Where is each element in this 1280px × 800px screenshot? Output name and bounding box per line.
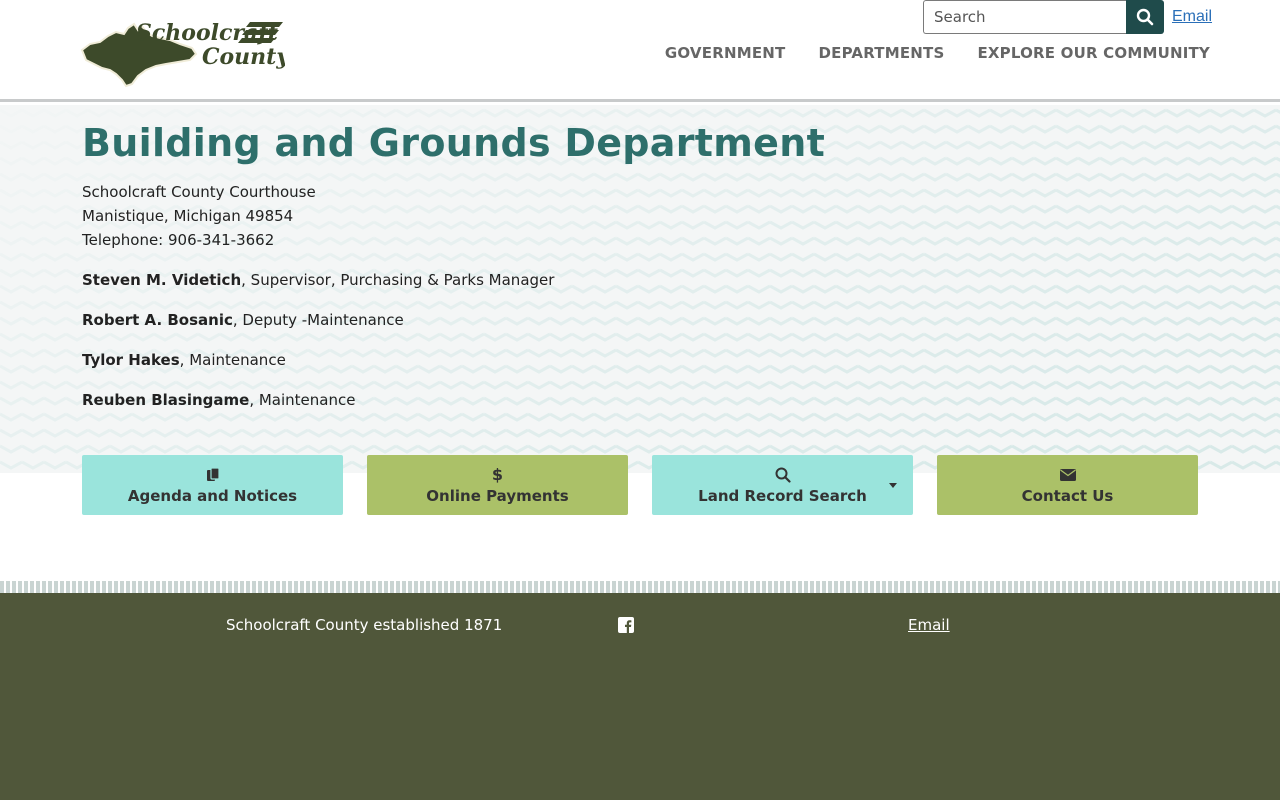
main-nav: GOVERNMENT DEPARTMENTS EXPLORE OUR COMMU… — [665, 44, 1210, 62]
land-record-search-button[interactable]: Land Record Search — [652, 455, 913, 515]
county-logo[interactable]: Schoolcraft County — [80, 14, 285, 88]
site-footer: Schoolcraft County established 1871 Emai… — [0, 593, 1280, 800]
staff-name: Tylor Hakes — [82, 351, 180, 369]
facebook-icon[interactable] — [618, 617, 634, 633]
search-bar — [923, 0, 1164, 34]
search-button[interactable] — [1126, 0, 1164, 34]
footer-divider — [0, 581, 1280, 593]
nav-government[interactable]: GOVERNMENT — [665, 44, 786, 62]
established-text: Schoolcraft County established 1871 — [226, 616, 503, 634]
staff-role: , Maintenance — [179, 351, 286, 369]
staff-role: , Maintenance — [249, 391, 356, 409]
nav-explore-community[interactable]: EXPLORE OUR COMMUNITY — [977, 44, 1210, 62]
dollar-icon: $ — [491, 464, 504, 484]
footer-email-link[interactable]: Email — [908, 616, 950, 634]
search-input[interactable] — [923, 0, 1126, 34]
address-line-2: Manistique, Michigan 49854 — [82, 207, 294, 225]
contact-us-label: Contact Us — [1021, 486, 1114, 505]
chevron-down-icon — [889, 483, 897, 488]
address-line-1: Schoolcraft County Courthouse — [82, 183, 316, 201]
staff-list: Steven M. Videtich, Supervisor, Purchasi… — [82, 268, 982, 412]
staff-item: Steven M. Videtich, Supervisor, Purchasi… — [82, 268, 982, 292]
staff-item: Robert A. Bosanic, Deputy -Maintenance — [82, 308, 982, 332]
online-payments-label: Online Payments — [426, 486, 569, 505]
staff-role: , Supervisor, Purchasing & Parks Manager — [241, 271, 555, 289]
main-content: Building and Grounds Department Schoolcr… — [82, 120, 982, 412]
online-payments-button[interactable]: $ Online Payments — [367, 455, 628, 515]
agenda-notices-label: Agenda and Notices — [127, 486, 298, 505]
phone-line: Telephone: 906-341-3662 — [82, 231, 275, 249]
header-email-link[interactable]: Email — [1172, 8, 1212, 26]
contact-us-button[interactable]: Contact Us — [937, 455, 1198, 515]
staff-role: , Deputy -Maintenance — [232, 311, 404, 329]
search-icon — [1136, 8, 1154, 26]
agenda-notices-button[interactable]: Agenda and Notices — [82, 455, 343, 515]
quick-links: Agenda and Notices $ Online Payments Lan… — [82, 455, 1198, 515]
staff-name: Reuben Blasingame — [82, 391, 250, 409]
site-header: Schoolcraft County Email GOVERNMENT DEPA… — [0, 0, 1280, 102]
envelope-icon — [1059, 468, 1076, 481]
staff-name: Robert A. Bosanic — [82, 311, 233, 329]
page-title: Building and Grounds Department — [82, 121, 826, 165]
land-record-search-label: Land Record Search — [698, 486, 867, 505]
clipboard-icon — [206, 466, 220, 481]
address-block: Schoolcraft County Courthouse Manistique… — [82, 180, 982, 252]
nav-departments[interactable]: DEPARTMENTS — [818, 44, 944, 62]
staff-item: Reuben Blasingame, Maintenance — [82, 388, 982, 412]
logo-text-2: County — [202, 44, 285, 70]
staff-item: Tylor Hakes, Maintenance — [82, 348, 982, 372]
staff-name: Steven M. Videtich — [82, 271, 242, 289]
search-icon — [775, 467, 791, 483]
